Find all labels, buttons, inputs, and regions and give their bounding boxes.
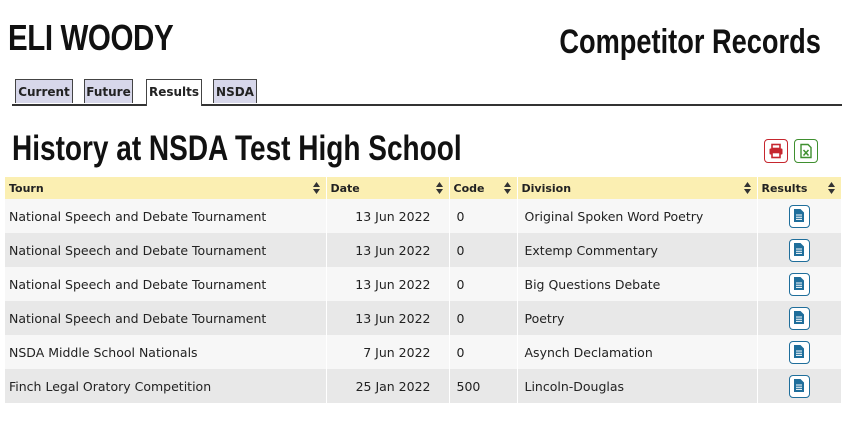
document-icon: [793, 208, 804, 222]
column-header-code[interactable]: Code: [449, 177, 518, 199]
results-table: Tourn Date Code Division Results Nationa…: [5, 177, 842, 403]
cell-tourn: National Speech and Debate Tournament: [5, 267, 327, 301]
print-button[interactable]: [764, 139, 788, 163]
cell-results: [757, 267, 842, 301]
document-icon: [793, 242, 804, 256]
page-title: Competitor Records: [559, 23, 821, 61]
tab-future[interactable]: Future: [84, 79, 133, 103]
cell-code: 0: [449, 199, 518, 233]
cell-division: Lincoln-Douglas: [517, 369, 758, 403]
cell-results: [757, 301, 842, 335]
view-results-button[interactable]: [788, 238, 810, 262]
table-row: National Speech and Debate Tournament 13…: [5, 199, 842, 233]
column-label: Code: [453, 181, 485, 195]
section-title: History at NSDA Test High School: [12, 129, 462, 168]
excel-file-icon: [800, 143, 812, 159]
cell-tourn: National Speech and Debate Tournament: [5, 301, 327, 335]
cell-results: [757, 335, 842, 369]
document-icon: [793, 310, 804, 324]
view-results-button[interactable]: [788, 204, 810, 228]
cell-date: 13 Jun 2022: [326, 301, 450, 335]
column-label: Results: [761, 181, 808, 195]
column-label: Division: [521, 181, 572, 195]
sort-icon: [503, 182, 511, 194]
cell-division: Extemp Commentary: [517, 233, 758, 267]
view-results-button[interactable]: [788, 374, 810, 398]
printer-icon: [769, 143, 783, 159]
column-header-tourn[interactable]: Tourn: [5, 177, 327, 199]
cell-division: Asynch Declamation: [517, 335, 758, 369]
cell-date: 7 Jun 2022: [326, 335, 450, 369]
tab-results[interactable]: Results: [146, 79, 202, 106]
column-header-date[interactable]: Date: [326, 177, 450, 199]
column-header-results[interactable]: Results: [757, 177, 842, 199]
cell-code: 0: [449, 267, 518, 301]
view-results-button[interactable]: [788, 272, 810, 296]
cell-date: 13 Jun 2022: [326, 267, 450, 301]
cell-code: 0: [449, 335, 518, 369]
cell-division: Big Questions Debate: [517, 267, 758, 301]
table-header-row: Tourn Date Code Division Results: [5, 177, 842, 199]
cell-results: [757, 199, 842, 233]
cell-tourn: Finch Legal Oratory Competition: [5, 369, 327, 403]
table-row: NSDA Middle School Nationals 7 Jun 2022 …: [5, 335, 842, 369]
tab-current[interactable]: Current: [15, 79, 73, 103]
cell-code: 0: [449, 301, 518, 335]
table-row: National Speech and Debate Tournament 13…: [5, 267, 842, 301]
column-label: Date: [330, 181, 360, 195]
sort-icon: [312, 182, 320, 194]
document-icon: [793, 276, 804, 290]
cell-results: [757, 233, 842, 267]
document-icon: [793, 378, 804, 392]
sort-icon: [435, 182, 443, 194]
cell-date: 13 Jun 2022: [326, 233, 450, 267]
tab-nsda[interactable]: NSDA: [213, 79, 257, 103]
sort-icon: [743, 182, 751, 194]
table-row: Finch Legal Oratory Competition 25 Jan 2…: [5, 369, 842, 403]
cell-tourn: NSDA Middle School Nationals: [5, 335, 327, 369]
table-row: National Speech and Debate Tournament 13…: [5, 301, 842, 335]
view-results-button[interactable]: [788, 340, 810, 364]
document-icon: [793, 344, 804, 358]
cell-division: Original Spoken Word Poetry: [517, 199, 758, 233]
cell-tourn: National Speech and Debate Tournament: [5, 233, 327, 267]
competitor-name: ELI WOODY: [8, 17, 174, 58]
view-results-button[interactable]: [788, 306, 810, 330]
column-header-division[interactable]: Division: [517, 177, 758, 199]
cell-tourn: National Speech and Debate Tournament: [5, 199, 327, 233]
tab-bar: Current Future Results NSDA: [12, 79, 842, 106]
sort-icon: [827, 182, 835, 194]
cell-results: [757, 369, 842, 403]
cell-code: 500: [449, 369, 518, 403]
export-excel-button[interactable]: [794, 139, 818, 163]
cell-date: 25 Jan 2022: [326, 369, 450, 403]
cell-code: 0: [449, 233, 518, 267]
cell-date: 13 Jun 2022: [326, 199, 450, 233]
table-row: National Speech and Debate Tournament 13…: [5, 233, 842, 267]
cell-division: Poetry: [517, 301, 758, 335]
column-label: Tourn: [9, 181, 44, 195]
